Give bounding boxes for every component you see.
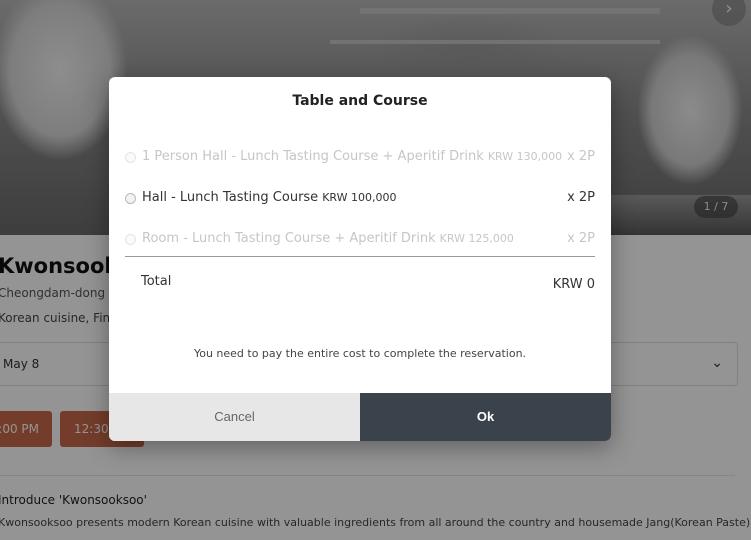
table-course-modal: Table and Course 1 Person Hall - Lunch T… [109, 77, 611, 441]
radio-button[interactable] [125, 234, 136, 245]
course-option[interactable]: Hall - Lunch Tasting Course KRW 100,000 x… [125, 188, 595, 210]
course-title: Hall - Lunch Tasting Course [142, 190, 319, 205]
course-qty: x 2P [567, 190, 595, 205]
ok-button[interactable]: Ok [360, 393, 611, 441]
radio-button[interactable] [125, 152, 136, 163]
course-option[interactable]: 1 Person Hall - Lunch Tasting Course + A… [125, 147, 595, 169]
course-title: 1 Person Hall - Lunch Tasting Course + A… [142, 149, 484, 164]
total-label: Total [141, 274, 172, 289]
modal-title: Table and Course [292, 93, 428, 109]
course-price: KRW 100,000 [322, 191, 397, 204]
course-option[interactable]: Room - Lunch Tasting Course + Aperitif D… [125, 229, 595, 251]
total-divider [125, 256, 595, 257]
total-value: KRW 0 [552, 277, 595, 292]
payment-notice: You need to pay the entire cost to compl… [193, 347, 527, 360]
course-qty: x 2P [567, 231, 595, 246]
course-price: KRW 125,000 [439, 232, 514, 245]
course-qty: x 2P [567, 149, 595, 164]
course-name: 1 Person Hall - Lunch Tasting Course + A… [142, 149, 562, 164]
course-name: Hall - Lunch Tasting Course KRW 100,000 [142, 190, 396, 205]
cancel-button[interactable]: Cancel [109, 393, 360, 441]
radio-button[interactable] [125, 193, 136, 204]
course-name: Room - Lunch Tasting Course + Aperitif D… [142, 231, 514, 246]
course-title: Room - Lunch Tasting Course + Aperitif D… [142, 231, 436, 246]
course-price: KRW 130,000 [487, 150, 563, 163]
